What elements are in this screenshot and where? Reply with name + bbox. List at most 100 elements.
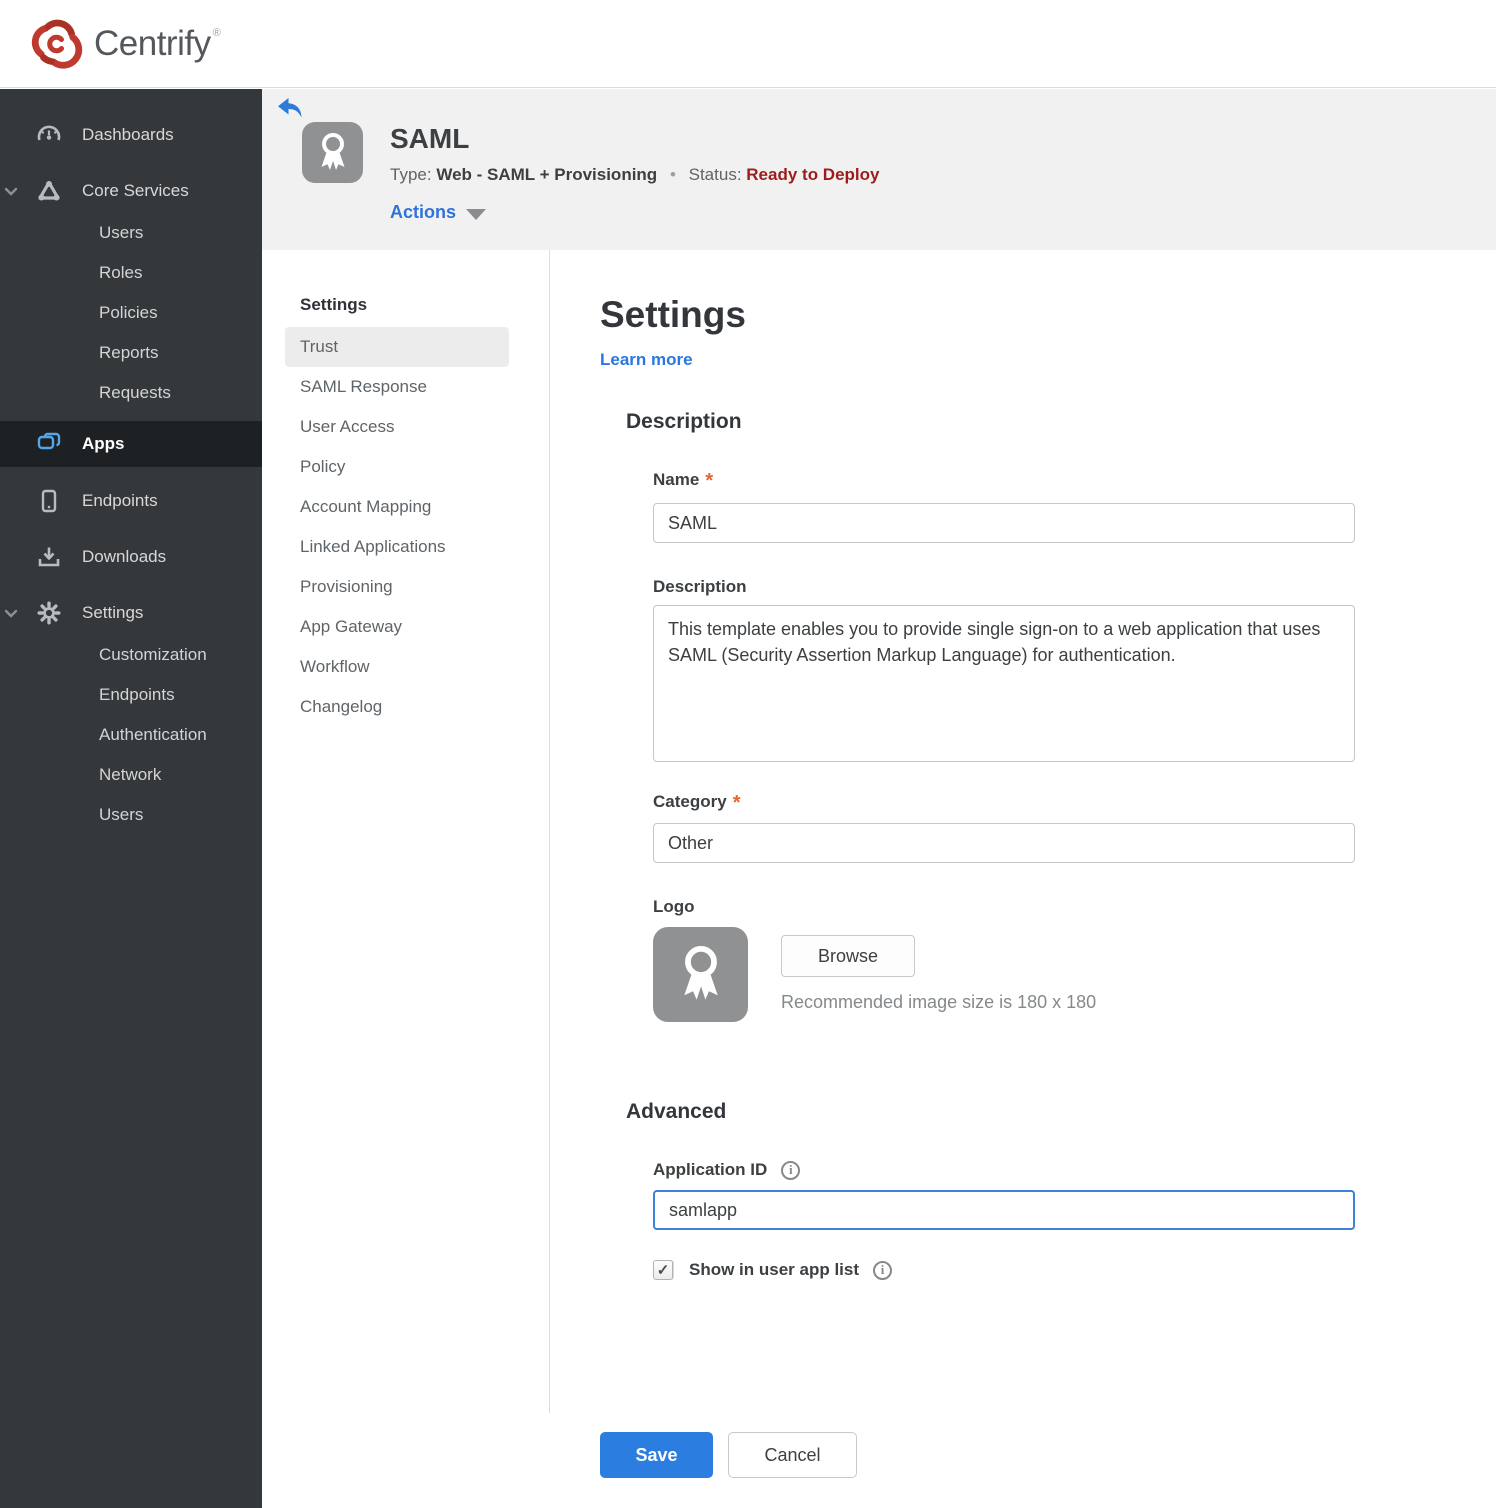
description-section-heading: Description [626, 410, 742, 433]
logo-preview [653, 927, 748, 1022]
cancel-button[interactable]: Cancel [728, 1432, 857, 1478]
type-value: Web - SAML + Provisioning [436, 165, 658, 184]
sidebar-item-apps[interactable]: Apps [0, 421, 262, 467]
status-label: Status: [688, 165, 742, 184]
type-label: Type: [390, 165, 432, 184]
subnav-item-label: App Gateway [300, 617, 403, 636]
application-id-field[interactable] [653, 1190, 1355, 1230]
registered-mark: ® [212, 26, 221, 39]
app-title: SAML [390, 123, 470, 154]
back-arrow-icon[interactable] [278, 98, 302, 118]
sidebar-subitem-users[interactable]: Users [0, 213, 262, 253]
sidebar-subitem-requests[interactable]: Requests [0, 373, 262, 413]
sidebar-subitem-network[interactable]: Network [0, 755, 262, 795]
sidebar-subitem-label: Requests [99, 383, 171, 402]
required-asterisk: * [732, 792, 741, 814]
subnav-item-label: Provisioning [300, 577, 393, 596]
sidebar-item-endpoints[interactable]: Endpoints [0, 479, 262, 523]
show-in-user-app-list-label: Show in user app list [689, 1260, 860, 1279]
subnav-item-label: Linked Applications [300, 537, 446, 556]
name-label: Name [653, 470, 700, 489]
top-bar: Centrify ® [0, 0, 1496, 88]
subnav-item-workflow[interactable]: Workflow [285, 647, 509, 687]
checkmark-icon: ✓ [656, 1262, 670, 1279]
subnav-item-user-access[interactable]: User Access [285, 407, 509, 447]
sidebar-item-downloads[interactable]: Downloads [0, 535, 262, 579]
sidebar-item-label: Dashboards [82, 125, 174, 144]
subnav-item-label: Trust [300, 337, 339, 356]
subnav-item-label: Workflow [300, 657, 370, 676]
browse-button[interactable]: Browse [781, 935, 915, 977]
download-icon [38, 547, 60, 567]
sidebar-subitem-label: Network [99, 765, 162, 784]
required-asterisk: * [705, 470, 714, 492]
subnav-item-label: Changelog [300, 697, 383, 716]
save-button[interactable]: Save [600, 1432, 713, 1478]
page-title: Settings [600, 294, 746, 335]
sidebar-subitem-endpoints-settings[interactable]: Endpoints [0, 675, 262, 715]
sidebar-item-label: Endpoints [82, 491, 158, 510]
ribbon-medal-icon [321, 132, 344, 170]
gauge-icon [37, 125, 61, 141]
centrify-swirl-icon [31, 19, 83, 69]
subnav-item-saml-response[interactable]: SAML Response [285, 367, 509, 407]
settings-subnav: Settings Trust SAML Response User Access… [262, 250, 550, 1413]
sidebar-subitem-authentication[interactable]: Authentication [0, 715, 262, 755]
sidebar-item-label: Apps [82, 434, 125, 453]
subnav-item-app-gateway[interactable]: App Gateway [285, 607, 509, 647]
actions-dropdown[interactable]: Actions [390, 202, 487, 223]
subnav-heading: Settings [300, 295, 368, 314]
info-icon[interactable]: i [781, 1160, 801, 1180]
subnav-item-label: Policy [300, 457, 346, 476]
subnav-item-linked-applications[interactable]: Linked Applications [285, 527, 509, 567]
subnav-item-changelog[interactable]: Changelog [285, 687, 509, 727]
app-meta: Type: Web - SAML + Provisioning • Status… [390, 165, 879, 185]
mobile-device-icon [41, 489, 57, 513]
subnav-item-account-mapping[interactable]: Account Mapping [285, 487, 509, 527]
sidebar-item-settings[interactable]: Settings [0, 591, 262, 635]
description-label: Description [653, 577, 747, 596]
subnav-item-policy[interactable]: Policy [285, 447, 509, 487]
gear-icon [37, 601, 61, 625]
apps-icon [37, 432, 61, 450]
category-field[interactable] [653, 823, 1355, 863]
logo-label: Logo [653, 897, 695, 916]
sidebar-subitem-label: Users [99, 223, 144, 242]
sidebar-subitem-label: Customization [99, 645, 207, 664]
sidebar-item-label: Downloads [82, 547, 167, 566]
sidebar-subitem-label: Roles [99, 263, 143, 282]
sidebar-subitem-label: Reports [99, 343, 159, 362]
sidebar-item-core-services[interactable]: Core Services [0, 169, 262, 213]
name-field[interactable] [653, 503, 1355, 543]
sidebar-item-dashboards[interactable]: Dashboards [0, 113, 262, 157]
app-logo [302, 122, 363, 183]
show-in-user-app-list-checkbox[interactable]: ✓ [653, 1260, 673, 1280]
sidebar-subitem-roles[interactable]: Roles [0, 253, 262, 293]
core-services-icon [38, 180, 60, 201]
app-header: SAML Type: Web - SAML + Provisioning • S… [262, 89, 1496, 250]
subnav-item-label: SAML Response [300, 377, 427, 396]
description-field[interactable] [653, 605, 1355, 762]
logo-size-hint: Recommended image size is 180 x 180 [781, 992, 1097, 1012]
subnav-item-label: Account Mapping [300, 497, 432, 516]
advanced-section-heading: Advanced [626, 1100, 727, 1123]
sidebar-subitem-label: Policies [99, 303, 158, 322]
subnav-item-trust[interactable]: Trust [285, 327, 509, 367]
info-icon[interactable]: i [873, 1260, 893, 1280]
sidebar-subitem-policies[interactable]: Policies [0, 293, 262, 333]
chevron-down-icon[interactable] [3, 605, 19, 621]
ribbon-medal-icon [683, 945, 718, 1000]
sidebar-subitem-users-settings[interactable]: Users [0, 795, 262, 835]
status-badge: Ready to Deploy [746, 165, 880, 184]
sidebar: Dashboards Core Services Users Roles Pol… [0, 89, 262, 1508]
sidebar-subitem-label: Authentication [99, 725, 207, 744]
sidebar-item-label: Core Services [82, 181, 189, 200]
learn-more-link[interactable]: Learn more [600, 350, 693, 370]
chevron-down-icon[interactable] [3, 183, 19, 199]
actions-label: Actions [390, 202, 457, 222]
sidebar-subitem-reports[interactable]: Reports [0, 333, 262, 373]
sidebar-item-label: Settings [82, 603, 144, 622]
meta-separator: • [669, 165, 676, 184]
sidebar-subitem-customization[interactable]: Customization [0, 635, 262, 675]
subnav-item-provisioning[interactable]: Provisioning [285, 567, 509, 607]
